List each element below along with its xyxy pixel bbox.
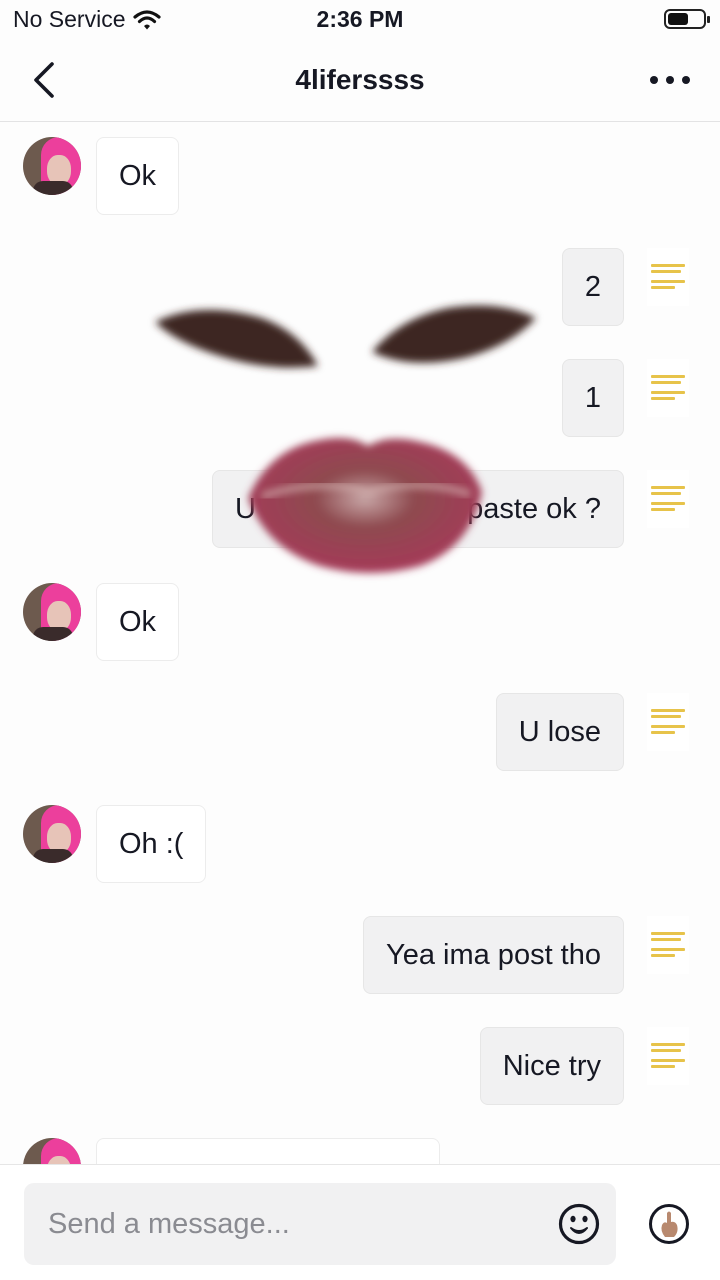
- message-input-box[interactable]: [24, 1183, 616, 1265]
- message-text: 2: [584, 270, 601, 303]
- message-text: Ok: [119, 159, 157, 192]
- message-text: 1: [584, 381, 601, 414]
- message-text-start: U: [235, 492, 256, 525]
- battery-icon: [664, 9, 710, 29]
- message-text: U lose: [518, 715, 601, 748]
- message-bubble-outgoing[interactable]: Nice try: [479, 1027, 624, 1105]
- battery-fill: [668, 13, 688, 25]
- message-text-end: paste ok ?: [467, 492, 601, 525]
- composer-bar: [0, 1164, 720, 1280]
- status-bar: No Service 2:36 PM: [0, 0, 720, 40]
- message-input[interactable]: [48, 1203, 548, 1245]
- message-bubble-outgoing[interactable]: U lose: [495, 693, 624, 771]
- smiley-icon: [558, 1203, 600, 1245]
- message-bubble-outgoing[interactable]: 2: [561, 248, 624, 326]
- message-bubble-incoming[interactable]: Oh :(: [96, 805, 207, 883]
- record-button[interactable]: [648, 1203, 690, 1245]
- avatar[interactable]: [23, 137, 81, 195]
- message-text: Ok: [119, 605, 157, 638]
- my-avatar[interactable]: [647, 359, 689, 417]
- message-bubble-outgoing[interactable]: Yea ima post tho: [363, 916, 624, 994]
- message-text: Oh :(: [119, 827, 184, 860]
- message-text: Nice try: [502, 1049, 601, 1082]
- my-avatar[interactable]: [647, 1027, 689, 1085]
- my-avatar[interactable]: [647, 916, 689, 974]
- avatar[interactable]: [23, 1138, 81, 1164]
- more-horizontal-icon: [650, 76, 658, 84]
- message-text: Yea ima post tho: [386, 938, 601, 971]
- my-avatar[interactable]: [647, 693, 689, 751]
- status-time: 2:36 PM: [316, 6, 404, 32]
- my-avatar[interactable]: [647, 470, 689, 528]
- emoji-button[interactable]: [558, 1203, 600, 1245]
- message-bubble-outgoing[interactable]: 1: [561, 359, 624, 437]
- my-avatar[interactable]: [647, 248, 689, 306]
- message-list[interactable]: Ok 2 1 U paste ok ? Ok U lose Oh :( Yea …: [0, 123, 720, 1164]
- message-bubble-incoming[interactable]: Ok: [96, 583, 180, 661]
- avatar[interactable]: [23, 583, 81, 641]
- avatar[interactable]: [23, 805, 81, 863]
- chat-title: 4liferssss: [295, 64, 425, 95]
- message-bubble-incoming[interactable]: Ok: [96, 137, 180, 215]
- message-bubble-incoming[interactable]: [96, 1138, 440, 1164]
- finger-record-icon: [649, 1204, 689, 1244]
- chat-header: 4liferssss: [0, 40, 720, 122]
- more-button[interactable]: [650, 68, 690, 92]
- message-bubble-outgoing[interactable]: U paste ok ?: [212, 470, 624, 548]
